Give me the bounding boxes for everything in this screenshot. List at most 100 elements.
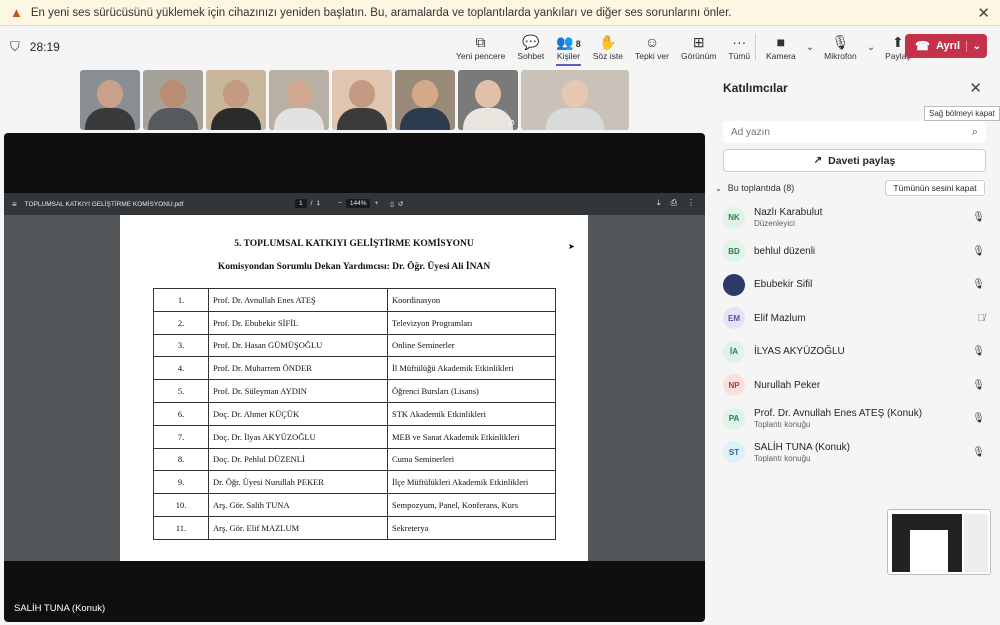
video-tile-person [286, 80, 312, 108]
in-meeting-section[interactable]: ⌄ Bu toplantıda (8) [715, 183, 794, 193]
share-invite-button[interactable]: ↗ Daveti paylaş [723, 149, 986, 172]
participant-info: Ebubekir Sifil [754, 279, 812, 290]
chevron-down-icon: ⌄ [715, 183, 722, 193]
shared-screen-stage[interactable]: ≡ TOPLUMSAL KATKIYI GELİŞTİRME KOMİSYONU… [4, 133, 705, 622]
video-tile-person [97, 80, 123, 108]
row-role: Televizyon Programları [387, 310, 556, 335]
mic-button[interactable]: 🎙 Mikrofon [816, 29, 865, 65]
more-button[interactable]: ··· Tümü [722, 29, 756, 65]
participant-item[interactable]: PA Prof. Dr. Avnullah Enes ATEŞ (Konuk) To… [723, 402, 993, 436]
table-row: 8. Doç. Dr. Pehlul DÜZENLİ Cuma Seminerler… [153, 447, 556, 472]
camera-options-chevron-icon[interactable]: ⌄ [806, 42, 814, 53]
people-button[interactable]: 👥 8 Kişiler [550, 29, 586, 66]
video-tile[interactable] [332, 70, 392, 130]
video-tile[interactable] [521, 70, 629, 130]
zoom-in-icon[interactable]: + [374, 200, 378, 207]
share-icon: ⬆ [892, 34, 904, 50]
row-role: Cuma Seminerleri [387, 447, 556, 472]
chat-button[interactable]: 💬 Sohbet [511, 29, 550, 65]
avatar: ST [723, 441, 745, 464]
mic-off-icon[interactable]: 🎙̸ [978, 313, 986, 324]
mic-icon[interactable]: 🎙 [972, 447, 985, 458]
print-icon[interactable]: ⎙ [671, 198, 677, 208]
participant-item[interactable]: İA İLYAS AKYÜZOĞLU 🎙 [723, 335, 993, 369]
react-button[interactable]: ☺ Tepki ver [629, 29, 675, 65]
meeting-toolbar: ⛉ 28:19 ⧉ Yeni pencere 💬 Sohbet 👥 8 Kişil… [0, 27, 1000, 67]
participant-item[interactable]: BD behlul düzenli 🎙 [723, 235, 993, 269]
more-icon: ··· [732, 34, 747, 50]
zoom-out-icon[interactable]: − [338, 200, 342, 207]
close-panel-icon[interactable]: ✕ [969, 79, 982, 97]
smile-icon: ☺ [644, 34, 660, 50]
view-button[interactable]: ⊞ Görünüm [675, 29, 722, 65]
download-icon[interactable]: ⤓ [657, 198, 661, 208]
mic-label: Mikrofon [824, 51, 857, 61]
document-subtitle: Komisyondan Sorumlu Dekan Yardımcısı: Dr… [217, 262, 491, 272]
rotate-icon[interactable]: ↺ [398, 200, 403, 208]
row-number: 1. [153, 288, 209, 312]
search-input[interactable] [731, 126, 972, 138]
mute-all-button[interactable]: Tümünün sesini kapat [885, 180, 985, 196]
close-icon[interactable]: ✕ [977, 4, 990, 22]
leave-options-chevron-icon[interactable]: ⌄ [965, 40, 981, 52]
mic-icon[interactable]: 🎙 [972, 380, 985, 391]
mic-icon[interactable]: 🎙 [972, 279, 985, 290]
table-row: 4. Prof. Dr. Muharrem ÖNDER İl Müftülüğü A… [153, 356, 556, 381]
mic-icon[interactable]: 🎙 [972, 346, 985, 357]
pdf-filename: TOPLUMSAL KATKIYI GELİŞTİRME KOMİSYONU.p… [24, 200, 184, 208]
mic-off-icon: ⊘ [508, 118, 515, 127]
participant-item[interactable]: NK Nazlı Karabulut Düzenleyici 🎙 [723, 201, 993, 235]
leave-button[interactable]: ☎ Ayrıl ⌄ [905, 34, 987, 58]
participant-role: Toplantı konuğu [754, 453, 811, 463]
people-label: Kişiler [556, 51, 581, 61]
video-tile[interactable] [269, 70, 329, 130]
camera-icon: ■ [776, 34, 786, 50]
screen-preview-thumbnail[interactable] [887, 509, 991, 575]
raise-hand-label: Söz iste [592, 51, 623, 61]
participant-item[interactable]: NP Nurullah Peker 🎙 [723, 369, 993, 403]
raise-hand-button[interactable]: ✋ Söz iste [587, 29, 629, 65]
zoom-level[interactable]: 144% [345, 199, 371, 208]
participant-item[interactable]: EM Elif Mazlum 🎙̸ [723, 302, 993, 336]
row-person: Prof. Dr. Avnullah Enes ATEŞ [208, 288, 388, 312]
new-window-button[interactable]: ⧉ Yeni pencere [450, 29, 511, 65]
page-sep: / [310, 200, 313, 207]
row-person: Prof. Dr. Süleyman AYDIN [208, 379, 388, 403]
video-tile[interactable] [80, 70, 140, 130]
share-link-icon: ↗ [813, 155, 823, 166]
timer-label: 28:19 [29, 40, 60, 54]
mic-options-chevron-icon[interactable]: ⌄ [867, 42, 875, 53]
participant-role: Toplantı konuğu [754, 420, 811, 430]
mic-icon[interactable]: 🎙 [972, 413, 985, 424]
participant-search[interactable]: ⌕ [723, 121, 986, 143]
participant-item[interactable]: Ebubekir Sifil 🎙 [723, 268, 993, 302]
new-window-label: Yeni pencere [456, 51, 506, 61]
audio-driver-banner: ▲ En yeni ses sürücüsünü yüklemek için c… [0, 0, 1000, 26]
mic-icon[interactable]: 🎙 [972, 246, 985, 257]
fit-page-icon[interactable]: ▯ [390, 200, 394, 208]
section-label: Bu toplantıda (8) [727, 183, 795, 193]
video-tile[interactable] [395, 70, 455, 130]
search-icon[interactable]: ⌕ [972, 126, 978, 139]
page-current[interactable]: 1 [295, 199, 307, 208]
video-strip: ⊘ [80, 70, 629, 130]
participant-item[interactable]: ST SALİH TUNA (Konuk) Toplantı konuğu 🎙 [723, 436, 993, 470]
camera-button[interactable]: ■ Kamera [758, 29, 804, 65]
avatar: PA [723, 407, 745, 430]
video-tile[interactable] [143, 70, 203, 130]
pdf-toolbar: ≡ TOPLUMSAL KATKIYI GELİŞTİRME KOMİSYONU… [4, 193, 705, 215]
video-tile-body [211, 108, 261, 130]
video-tile[interactable]: ⊘ [458, 70, 518, 130]
more-label: Tümü [728, 51, 751, 61]
row-person: Prof. Dr. Muharrem ÖNDER [208, 356, 388, 381]
meeting-timer: ⛉ 28:19 [10, 39, 60, 55]
row-number: 5. [153, 379, 209, 403]
document-title: 5. TOPLUMSAL KATKIYI GELİŞTİRME KOMİSYON… [234, 239, 474, 249]
more-vertical-icon[interactable]: ⋮ [687, 198, 695, 208]
row-number: 7. [153, 424, 209, 449]
video-tile[interactable] [206, 70, 266, 130]
menu-icon[interactable]: ≡ [12, 200, 17, 209]
close-panel-tooltip: Sağ bölmeyi kapat [924, 106, 1000, 121]
mic-icon[interactable]: 🎙 [972, 212, 985, 223]
view-label: Görünüm [680, 51, 717, 61]
